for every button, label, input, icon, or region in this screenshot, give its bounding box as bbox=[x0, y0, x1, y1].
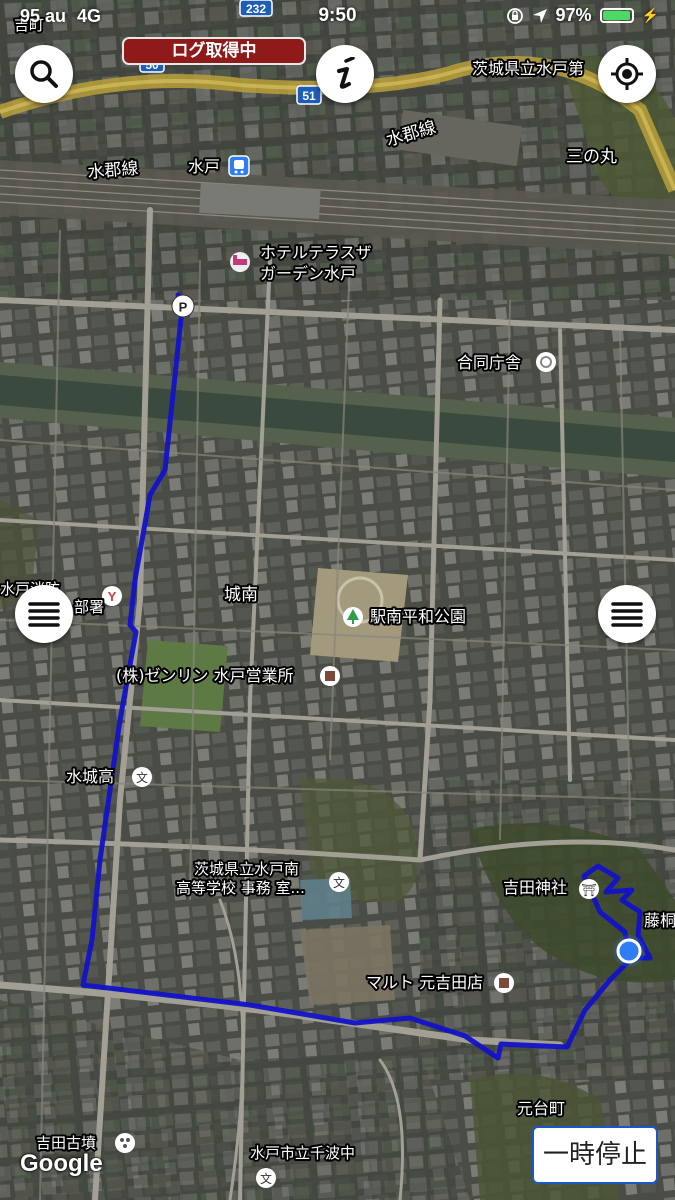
label-zenrin: (株)ゼンリン 水戸営業所 bbox=[116, 666, 294, 685]
label-fuji: 藤桐 bbox=[644, 911, 675, 930]
fire-station-icon[interactable]: Y bbox=[102, 586, 122, 606]
park-icon[interactable] bbox=[343, 607, 363, 627]
shrine-icon[interactable]: ⛩ bbox=[579, 879, 599, 899]
menu-icon bbox=[28, 602, 60, 627]
menu-icon bbox=[611, 602, 643, 627]
charging-icon: ⚡ bbox=[641, 7, 659, 23]
status-right: 97% ⚡ bbox=[506, 5, 659, 26]
info-button[interactable] bbox=[316, 45, 374, 103]
locate-icon bbox=[611, 58, 643, 90]
locate-button[interactable] bbox=[598, 45, 656, 103]
label-sannomaru: 三の丸 bbox=[566, 147, 617, 167]
station-icon[interactable] bbox=[228, 155, 250, 177]
search-icon bbox=[30, 60, 58, 88]
right-menu-button[interactable] bbox=[598, 585, 656, 643]
label-hotel-line1: ホテルテラスザ bbox=[260, 243, 372, 262]
svg-text:⛩: ⛩ bbox=[581, 883, 596, 897]
label-minami-hs-2: 高等学校 事務 室... bbox=[176, 879, 305, 897]
label-godo-chosha: 合同庁舎 bbox=[457, 353, 521, 372]
landmark-icon-kofun[interactable] bbox=[115, 1133, 135, 1153]
google-attribution: Google bbox=[20, 1150, 103, 1177]
svg-text:P: P bbox=[179, 300, 188, 315]
label-mito-station: 水戸 bbox=[188, 157, 220, 176]
label-mito-first-hs: 茨城県立水戸第 bbox=[472, 59, 584, 78]
school-icon-minami[interactable]: 文 bbox=[329, 872, 349, 892]
label-minami-hs-1: 茨城県立水戸南 bbox=[194, 860, 299, 878]
left-menu-button[interactable] bbox=[15, 585, 73, 643]
info-icon bbox=[337, 57, 355, 89]
svg-text:51: 51 bbox=[302, 89, 316, 103]
road-shield-51: 51 bbox=[296, 85, 322, 105]
battery-percent: 97% bbox=[555, 5, 592, 25]
label-hotel-line2: ガーデン水戸 bbox=[260, 264, 356, 283]
satellite-map[interactable]: P 232 50 51 Y 文 文 ⛩ 文 吉町 水戸 水郡線 水郡線 茨城県立… bbox=[0, 0, 675, 1200]
office-icon[interactable] bbox=[320, 666, 340, 686]
location-services-icon bbox=[532, 8, 547, 23]
current-location-icon bbox=[613, 935, 645, 967]
svg-text:文: 文 bbox=[333, 875, 345, 890]
government-office-icon[interactable] bbox=[536, 352, 556, 372]
school-icon-suijo[interactable]: 文 bbox=[132, 767, 152, 787]
label-park: 駅南平和公園 bbox=[370, 607, 466, 626]
label-yoshida-shrine: 吉田神社 bbox=[503, 878, 567, 897]
label-jonan: 城南 bbox=[224, 585, 258, 605]
label-senba-jhs: 水戸市立千波中 bbox=[250, 1144, 355, 1162]
shop-icon[interactable] bbox=[494, 973, 514, 993]
label-motodai: 元台町 bbox=[517, 1099, 565, 1118]
log-recording-badge: ログ取得中 bbox=[122, 37, 306, 65]
label-maruto: マルト 元吉田店 bbox=[366, 973, 483, 992]
battery-icon bbox=[599, 8, 634, 23]
school-icon-senba[interactable]: 文 bbox=[256, 1168, 276, 1188]
search-button[interactable] bbox=[15, 45, 73, 103]
label-fire-station-2: 部署 bbox=[74, 598, 104, 616]
pause-button[interactable]: 一時停止 bbox=[532, 1126, 658, 1184]
label-suijo-hs: 水城高 bbox=[66, 767, 114, 786]
parking-icon[interactable]: P bbox=[171, 294, 195, 318]
svg-text:文: 文 bbox=[260, 1171, 272, 1186]
orientation-lock-icon bbox=[506, 7, 523, 24]
svg-text:文: 文 bbox=[136, 770, 148, 785]
hotel-icon[interactable] bbox=[230, 252, 250, 272]
status-bar: 95 au 4G 9:50 97% ⚡ bbox=[0, 0, 675, 36]
svg-text:Y: Y bbox=[108, 589, 117, 604]
